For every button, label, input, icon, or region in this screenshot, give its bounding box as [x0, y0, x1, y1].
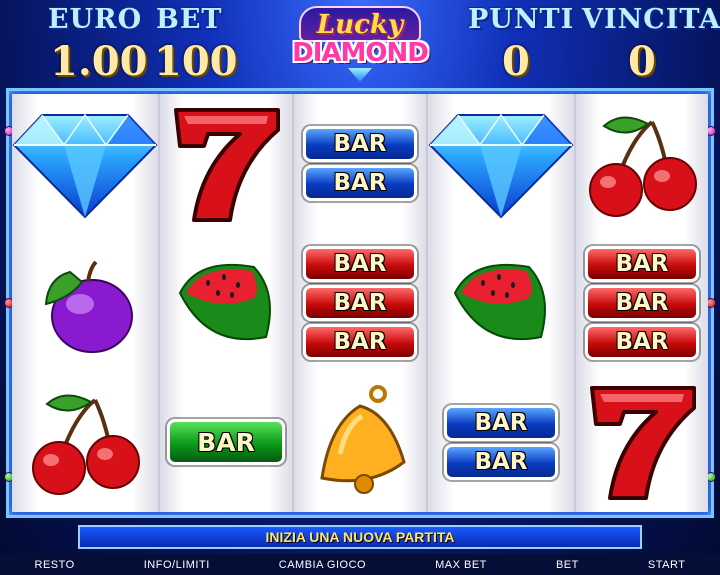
bar-symbol: BAR BAR — [303, 126, 417, 202]
bar-tile: BAR — [585, 245, 699, 282]
bar-tile: BAR — [303, 165, 417, 202]
cherry-icon — [32, 394, 140, 496]
reel-cell — [428, 233, 574, 372]
bar-tile: BAR — [303, 323, 417, 360]
reel-cell — [428, 94, 574, 233]
start-button[interactable]: START — [648, 559, 686, 571]
reel-cell — [160, 94, 292, 233]
reel-cell: BAR BAR — [428, 373, 574, 512]
bar-symbol: BAR BAR — [444, 404, 558, 480]
bar-tile: BAR — [303, 284, 417, 321]
reel-cell — [160, 233, 292, 372]
bet-label: BET — [156, 4, 223, 35]
reel-5: BAR BAR BAR — [576, 94, 708, 512]
reel-cell — [12, 373, 158, 512]
bar-symbol: BAR BAR BAR — [585, 245, 699, 360]
bet-button[interactable]: BET — [556, 559, 579, 571]
reel-cell — [576, 373, 708, 512]
logo-diamond: DIAMOND — [292, 38, 429, 68]
message-bar: INIZIA UNA NUOVA PARTITA — [78, 525, 642, 549]
bar-tile: BAR — [444, 443, 558, 480]
euro-value: 1.00 — [50, 38, 148, 85]
bar-tile: BAR — [303, 126, 417, 163]
reel-cell: BAR BAR BAR — [576, 233, 708, 372]
bar-tile: BAR — [444, 404, 558, 441]
resto-button[interactable]: RESTO — [35, 559, 75, 571]
reel-cell: BAR BAR — [294, 94, 426, 233]
info-limiti-button[interactable]: INFO/LIMITI — [144, 559, 210, 571]
watermelon-icon — [453, 263, 546, 341]
reel-4: BAR BAR — [428, 94, 576, 512]
vincita-value: 0 — [628, 38, 656, 85]
bar-tile: BAR — [303, 245, 417, 282]
logo-lucky: Lucky — [299, 6, 421, 42]
plum-icon — [44, 260, 133, 353]
button-bar: RESTO INFO/LIMITI CAMBIA GIOCO MAX BET B… — [0, 554, 720, 575]
punti-label: PUNTI — [468, 4, 575, 35]
cambia-gioco-button[interactable]: CAMBIA GIOCO — [279, 559, 366, 571]
reel-cell: BAR — [160, 373, 292, 512]
punti-value: 0 — [502, 38, 530, 85]
vincita-label: VINCITA — [582, 4, 720, 35]
reel-3: BAR BAR BAR BAR BAR — [294, 94, 428, 512]
seven-icon — [590, 386, 696, 501]
reel-1 — [12, 94, 160, 512]
logo-gem-icon — [348, 68, 372, 82]
reel-2: BAR — [160, 94, 294, 512]
bar-tile: BAR — [585, 284, 699, 321]
reel-cell — [12, 94, 158, 233]
reel-cell — [12, 233, 158, 372]
bet-value: 100 — [154, 38, 238, 85]
bar-symbol: BAR — [167, 419, 285, 466]
bar-symbol: BAR BAR BAR — [303, 245, 417, 360]
watermelon-icon — [178, 263, 271, 341]
bar-tile: BAR — [585, 323, 699, 360]
max-bet-button[interactable]: MAX BET — [435, 559, 487, 571]
diamond-icon — [12, 113, 158, 219]
diamond-icon — [428, 113, 574, 219]
game-logo: Lucky DIAMOND — [285, 6, 435, 94]
euro-label: EURO — [48, 4, 143, 35]
header: EURO BET 1.00 100 Lucky DIAMOND PUNTI VI… — [0, 0, 720, 88]
bar-tile: BAR — [167, 419, 285, 466]
bell-icon — [320, 385, 406, 495]
reels: BAR BAR BAR BAR BAR BAR BAR BAR BAR BAR … — [12, 94, 708, 512]
seven-icon — [174, 107, 280, 222]
reel-cell — [294, 373, 426, 512]
reel-cell — [576, 94, 708, 233]
reel-cell: BAR BAR BAR — [294, 233, 426, 372]
cherry-icon — [589, 116, 697, 217]
